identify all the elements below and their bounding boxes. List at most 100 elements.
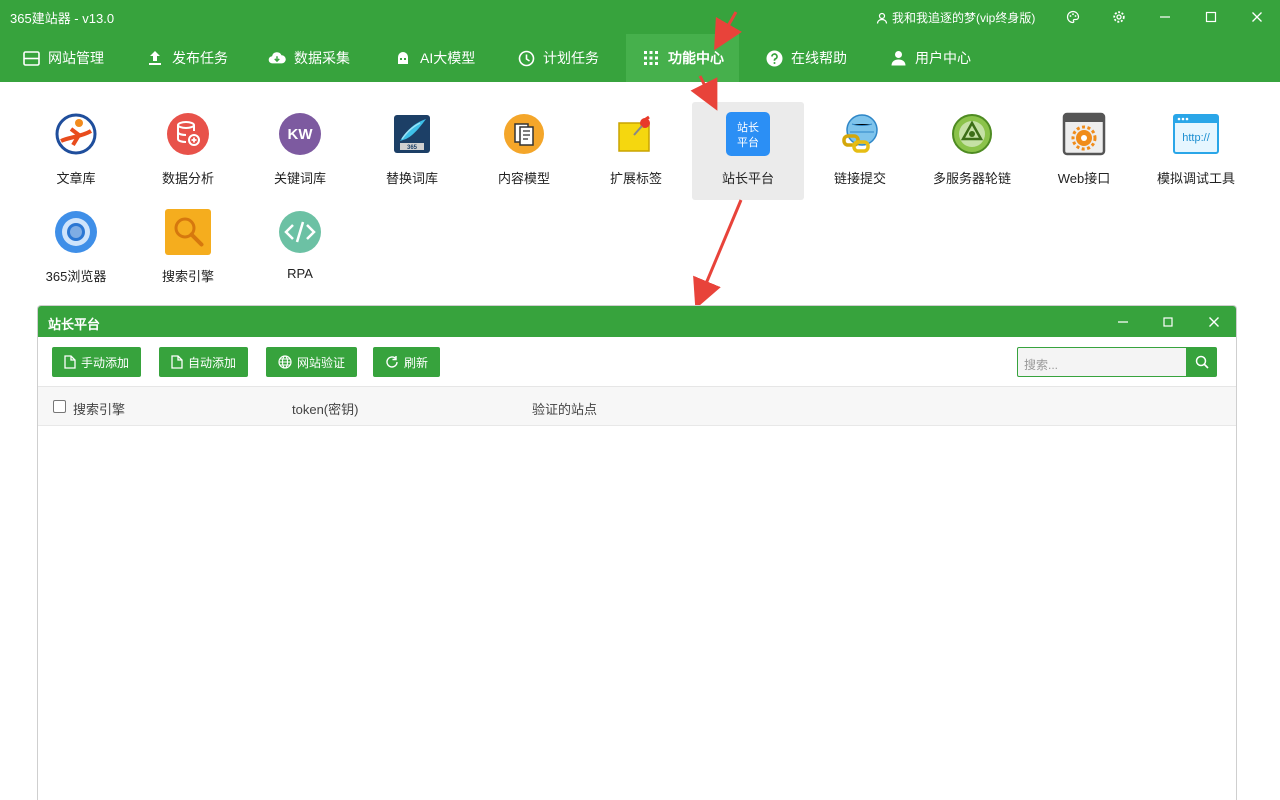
feature-label: Web接口 — [1057, 171, 1111, 186]
close-icon — [1252, 12, 1262, 22]
refresh-button[interactable]: 刷新 — [373, 347, 441, 377]
multi-server-icon — [949, 111, 995, 157]
nav-label: 用户中心 — [915, 50, 971, 66]
grid-icon — [642, 49, 660, 67]
feature-link-submit[interactable]: 链接提交 — [804, 102, 916, 200]
button-label: 网站验证 — [297, 355, 346, 370]
title-bar: 365建站器 - v13.0 我和我追逐的梦(vip终身版) — [0, 0, 1280, 34]
feature-extension-tags[interactable]: 扩展标签 — [580, 102, 692, 200]
feature-web-api[interactable]: Web接口 — [1028, 102, 1140, 200]
gear-icon — [1113, 11, 1125, 23]
feature-label: 模拟调试工具 — [1156, 171, 1235, 186]
feature-365-browser[interactable]: 365浏览器 — [20, 200, 132, 298]
article-library-icon — [53, 111, 99, 157]
nav-label: AI大模型 — [420, 50, 476, 66]
keyword-icon: KW — [277, 111, 323, 157]
button-label: 刷新 — [404, 355, 429, 370]
auto-add-button[interactable]: 自动添加 — [159, 347, 249, 377]
web-api-icon — [1061, 111, 1107, 157]
feature-label: 扩展标签 — [609, 171, 662, 186]
subwindow-maximize-button[interactable] — [1157, 311, 1179, 333]
app-title: 365建站器 - v13.0 — [10, 11, 115, 26]
maximize-icon — [1163, 317, 1173, 327]
nav-online-help[interactable]: 在线帮助 — [765, 34, 847, 82]
nav-label: 在线帮助 — [791, 50, 847, 66]
feature-keyword-library[interactable]: KW 关键词库 — [244, 102, 356, 200]
feature-replace-words[interactable]: 365 替换词库 — [356, 102, 468, 200]
database-icon — [165, 111, 211, 157]
search-icon — [1195, 355, 1209, 369]
subwindow-close-button[interactable] — [1203, 311, 1225, 333]
nav-scheduled-task[interactable]: 计划任务 — [517, 34, 599, 82]
feature-label: 文章库 — [56, 171, 96, 186]
column-search-engine[interactable]: 搜索引擎 — [73, 399, 125, 418]
nav-user-center[interactable]: 用户中心 — [889, 34, 971, 82]
link-submit-icon — [837, 111, 883, 157]
nav-label: 计划任务 — [543, 50, 599, 66]
nav-label: 数据采集 — [294, 50, 350, 66]
site-verify-button[interactable]: 网站验证 — [266, 347, 358, 377]
nav-function-center[interactable]: 功能中心 — [626, 34, 739, 82]
close-button[interactable] — [1246, 6, 1268, 28]
feature-label: 多服务器轮链 — [932, 171, 1011, 186]
nav-website-management[interactable]: 网站管理 — [22, 34, 104, 82]
file-icon — [171, 355, 183, 369]
maximize-button[interactable] — [1200, 6, 1222, 28]
table-body — [38, 426, 1236, 800]
button-label: 自动添加 — [188, 355, 237, 370]
svg-text:KW: KW — [288, 126, 314, 143]
http-debug-icon: http:// — [1173, 111, 1219, 157]
svg-text:站长: 站长 — [737, 120, 759, 134]
subwindow-minimize-button[interactable] — [1112, 311, 1134, 333]
close-icon — [1209, 317, 1219, 327]
sticky-note-icon — [613, 111, 659, 157]
feature-webmaster-platform[interactable]: 站长 平台 站长平台 — [692, 102, 804, 200]
search-input[interactable]: 搜索... — [1017, 347, 1187, 377]
button-label: 手动添加 — [81, 355, 130, 370]
nav-data-collection[interactable]: 数据采集 — [268, 34, 350, 82]
nav-label: 网站管理 — [48, 50, 104, 66]
nav-ai-model[interactable]: AI大模型 — [394, 34, 475, 82]
upload-icon — [146, 49, 164, 67]
feature-label: 365浏览器 — [45, 269, 107, 284]
user-icon — [889, 49, 907, 67]
feature-label: 替换词库 — [385, 171, 438, 186]
feature-multi-server[interactable]: 多服务器轮链 — [916, 102, 1028, 200]
feature-http-debug[interactable]: http:// 模拟调试工具 — [1140, 102, 1252, 200]
browser-icon — [53, 209, 99, 255]
code-icon — [277, 209, 323, 255]
theme-button[interactable] — [1062, 6, 1084, 28]
column-verified-site[interactable]: 验证的站点 — [532, 399, 597, 418]
nav-label: 功能中心 — [668, 50, 724, 66]
feature-data-analysis[interactable]: 数据分析 — [132, 102, 244, 200]
nav-publish-task[interactable]: 发布任务 — [146, 34, 228, 82]
clock-icon — [517, 49, 535, 67]
manual-add-button[interactable]: 手动添加 — [52, 347, 142, 377]
search-engine-icon — [165, 209, 211, 255]
main-nav: 网站管理 发布任务 数据采集 AI大模型 计划任务 功能中心 在线帮助 用户中心 — [0, 34, 1280, 82]
feature-article-library[interactable]: 文章库 — [20, 102, 132, 200]
user-account[interactable]: 我和我追逐的梦(vip终身版) — [876, 9, 1035, 26]
feature-label: 内容模型 — [497, 171, 550, 186]
column-token[interactable]: token(密钥) — [292, 399, 358, 418]
nav-label: 发布任务 — [172, 50, 228, 66]
feature-label: RPA — [287, 266, 313, 281]
select-all-checkbox[interactable] — [53, 400, 66, 413]
subwindow-toolbar: 手动添加 自动添加 网站验证 刷新 搜索... — [38, 337, 1236, 387]
minimize-button[interactable] — [1154, 6, 1176, 28]
subwindow-header: 站长平台 — [38, 306, 1236, 337]
replace-words-icon: 365 — [389, 111, 435, 157]
feature-rpa[interactable]: RPA — [244, 200, 356, 298]
webmaster-platform-icon: 站长 平台 — [725, 111, 771, 157]
minimize-icon — [1118, 321, 1128, 323]
feature-label: 链接提交 — [833, 171, 886, 186]
settings-button[interactable] — [1108, 6, 1130, 28]
svg-text:http://: http:// — [1182, 132, 1210, 144]
subwindow-title: 站长平台 — [48, 317, 101, 332]
feature-label: 搜索引擎 — [161, 269, 214, 284]
feature-content-model[interactable]: 内容模型 — [468, 102, 580, 200]
user-icon — [876, 12, 888, 24]
search-button[interactable] — [1187, 347, 1217, 377]
feature-search-engine[interactable]: 搜索引擎 — [132, 200, 244, 298]
feature-label: 站长平台 — [721, 171, 774, 186]
